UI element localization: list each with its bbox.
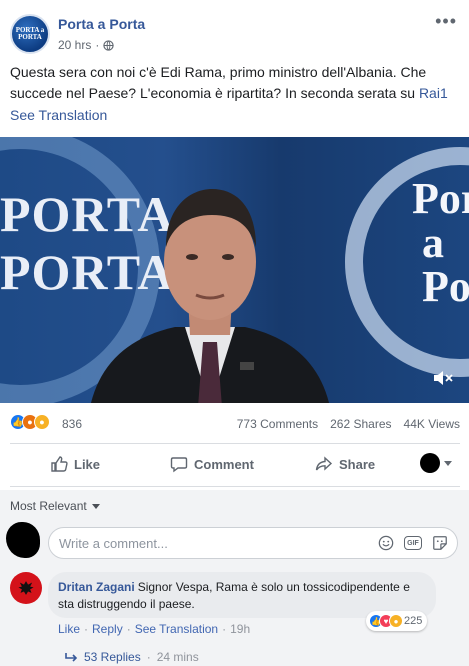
comment-see-translation-link[interactable]: See Translation	[135, 622, 218, 636]
replies-count: 53 Replies	[84, 650, 141, 664]
eagle-flag-icon	[18, 581, 34, 595]
page-logo[interactable]: PORTA a PORTA	[10, 14, 50, 54]
haha-reaction-icon: ●	[389, 614, 403, 628]
more-options-icon[interactable]: •••	[435, 12, 457, 30]
comment-actions: Like · Reply · See Translation · 19h	[58, 622, 250, 636]
commenter-avatar[interactable]	[10, 572, 42, 604]
page-name[interactable]: Porta a Porta	[58, 16, 145, 32]
reply-arrow-icon	[65, 653, 78, 662]
comment-reply-link[interactable]: Reply	[92, 622, 123, 636]
comment-reactions[interactable]: 👍 ♥ ● 225	[366, 611, 428, 631]
emoji-icon[interactable]	[377, 534, 395, 552]
replies-time: 24 mins	[156, 650, 199, 664]
reactions-row: 👍 ● ● 836 773 Comments 262 Shares 44K Vi…	[10, 412, 460, 434]
comment-bubble-icon	[170, 457, 188, 473]
reaction-count[interactable]: 836	[62, 417, 82, 431]
post-body: Questa sera con noi c'è Edi Rama, primo …	[10, 64, 427, 101]
gif-icon[interactable]: GIF	[404, 536, 422, 550]
comment-time[interactable]: 19h	[230, 622, 250, 636]
separator: ·	[222, 622, 227, 636]
post-header: PORTA a PORTA Porta a Porta 20 hrs · •••	[0, 0, 469, 60]
rai1-link[interactable]: Rai1	[419, 85, 448, 101]
comment-input-box[interactable]: GIF	[48, 527, 458, 559]
video-player[interactable]: PORTAPORTA Portaa Porta	[0, 137, 469, 403]
divider	[10, 443, 460, 444]
post-meta: 20 hrs ·	[58, 38, 115, 52]
post-stats: 773 Comments 262 Shares 44K Views	[237, 417, 460, 431]
comment-reaction-count: 225	[404, 615, 423, 627]
mute-icon[interactable]	[432, 369, 454, 387]
post-text: Questa sera con noi c'è Edi Rama, primo …	[10, 62, 460, 104]
post-actions: Like Comment Share	[0, 447, 469, 481]
separator: ·	[146, 650, 151, 664]
thumbs-up-icon	[51, 456, 68, 472]
chevron-down-icon	[91, 503, 100, 509]
profile-avatar-redacted	[420, 453, 440, 473]
separator: ·	[84, 622, 89, 636]
current-user-avatar-redacted[interactable]	[6, 522, 40, 558]
comment-sort-label: Most Relevant	[10, 499, 87, 513]
comment-button[interactable]: Comment	[170, 455, 254, 473]
post-as-profile-selector[interactable]	[420, 453, 452, 473]
meta-separator: ·	[95, 38, 100, 52]
views-count: 44K Views	[403, 417, 460, 431]
chevron-down-icon	[444, 460, 452, 466]
sticker-icon[interactable]	[431, 534, 449, 552]
separator: ·	[126, 622, 131, 636]
comments-count[interactable]: 773 Comments	[237, 417, 318, 431]
like-button-label: Like	[74, 456, 101, 472]
presenter-figure	[91, 189, 329, 403]
view-replies-link[interactable]: 53 Replies · 24 mins	[64, 650, 199, 664]
studio-backdrop-text-right: Portaa Porta	[412, 174, 469, 311]
reaction-icons[interactable]: 👍 ● ●	[10, 414, 50, 430]
comment-like-link[interactable]: Like	[58, 622, 80, 636]
shares-count[interactable]: 262 Shares	[330, 417, 391, 431]
comment-author[interactable]: Dritan Zagani	[58, 580, 135, 594]
comment-input[interactable]	[59, 535, 359, 551]
share-arrow-icon	[315, 456, 333, 471]
comment-button-label: Comment	[194, 456, 254, 472]
comment-reaction-icons: 👍 ♥ ●	[369, 614, 403, 628]
see-translation-link[interactable]: See Translation	[10, 107, 107, 123]
comment-box-icons: GIF	[377, 534, 449, 552]
share-button-label: Share	[339, 456, 376, 472]
like-button[interactable]: Like	[50, 455, 100, 473]
globe-icon	[103, 39, 115, 51]
divider	[10, 486, 460, 487]
share-button[interactable]: Share	[315, 455, 375, 473]
post-time[interactable]: 20 hrs	[58, 38, 91, 52]
comment-sort-dropdown[interactable]: Most Relevant	[10, 499, 100, 513]
haha-reaction-icon: ●	[34, 414, 50, 430]
page-logo-text: PORTA a PORTA	[15, 26, 45, 41]
